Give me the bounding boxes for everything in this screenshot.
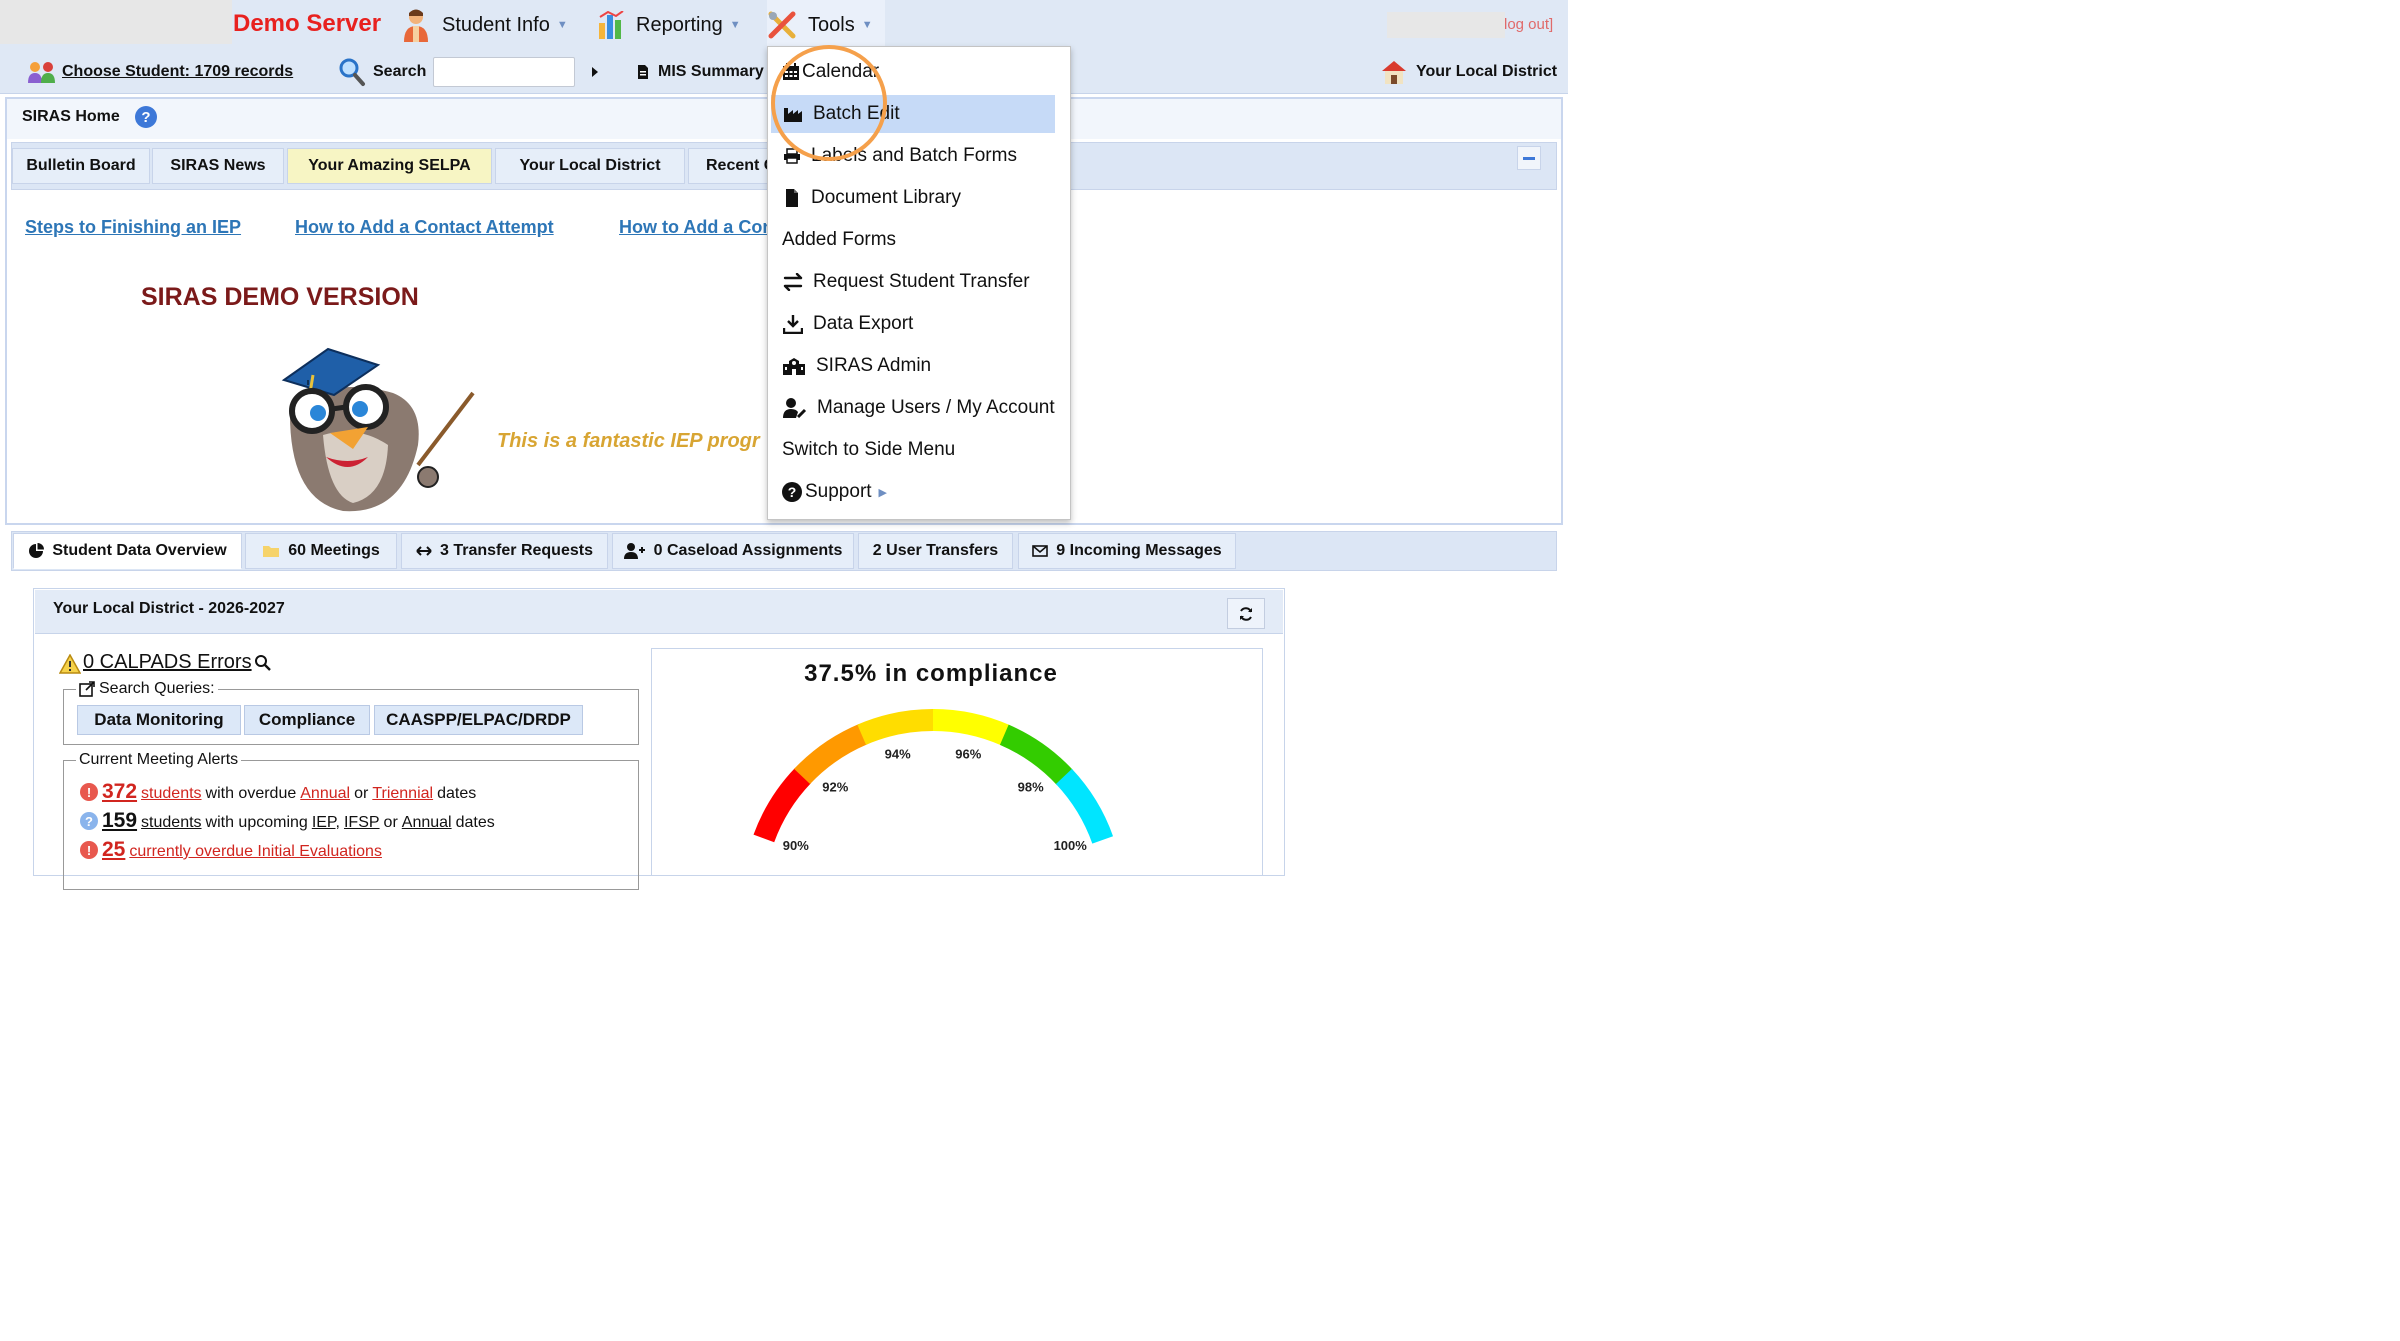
caaspp-button[interactable]: CAASPP/ELPAC/DRDP [374,705,583,735]
nav-student-info[interactable]: Student Info ▼ [402,0,568,50]
search-go-button[interactable] [577,57,612,87]
question-circle-icon: ? [782,482,802,502]
exclamation-icon: ! [80,841,98,859]
search-queries-legend: Search Queries: [76,680,218,698]
link-contact-attempt[interactable]: How to Add a Contact Attempt [295,217,554,238]
tab-user-transfers[interactable]: 2 User Transfers [858,533,1013,569]
help-icon[interactable]: ? [135,106,157,128]
meeting-alerts-legend: Current Meeting Alerts [76,751,242,769]
user-plus-icon [623,543,645,559]
tab-recent[interactable]: Recent C [688,148,768,184]
demo-version-title: SIRAS DEMO VERSION [141,283,419,311]
gauge-tick-label: 96% [955,746,981,761]
download-icon [783,315,803,334]
compliance-button[interactable]: Compliance [244,705,370,735]
external-link-icon [79,681,95,697]
tab-caseload-assignments[interactable]: 0 Caseload Assignments [612,533,854,569]
gauge-tick-label: 90% [783,838,809,853]
arrows-horizontal-icon [416,546,432,556]
link-add-con[interactable]: How to Add a Con [619,217,773,238]
folder-icon [263,546,280,557]
menu-item-data-export[interactable]: Data Export [771,305,1055,343]
district-panel-title: Your Local District - 2026-2027 [53,600,285,617]
chevron-down-icon: ▼ [861,19,873,31]
tab-meetings[interactable]: 60 Meetings [245,533,397,569]
owl-mascot-icon [281,347,475,512]
menu-item-document-library[interactable]: Document Library [771,179,1055,217]
reporting-icon [599,11,624,39]
menu-item-manage-users[interactable]: Manage Users / My Account [771,389,1055,427]
student-icon [404,9,428,42]
data-monitoring-button[interactable]: Data Monitoring [77,705,241,735]
caret-right-icon [591,67,598,77]
link-steps-iep[interactable]: Steps to Finishing an IEP [25,217,241,238]
calpads-errors-link[interactable]: 0 CALPADS Errors [83,651,252,674]
tab-bulletin-board[interactable]: Bulletin Board [12,148,150,184]
gauge-segment [794,723,868,785]
file-icon [786,189,798,207]
minus-icon [1523,156,1535,160]
menu-item-support[interactable]: ? Support ▶ [771,473,1055,511]
warning-icon [59,654,81,674]
pie-chart-icon [29,543,45,558]
chevron-down-icon: ▼ [556,19,568,31]
gauge-title: 37.5% in compliance [804,660,1058,687]
logo-area [0,0,232,44]
tab-siras-news[interactable]: SIRAS News [152,148,284,184]
district-link[interactable]: Your Local District [1380,50,1557,94]
magnifier-icon[interactable] [254,654,272,672]
server-brand: Demo Server [233,10,382,37]
tab-transfer-requests[interactable]: 3 Transfer Requests [401,533,608,569]
gauge-segment [1055,768,1114,844]
gauge-tick-label: 98% [1018,780,1044,795]
choose-student-link[interactable]: Choose Student: 1709 records [27,50,293,94]
upcoming-alert: ? 159 students with upcoming IEP, IFSP o… [80,809,495,833]
school-house-icon [1382,61,1406,84]
school-icon [783,358,805,375]
initial-eval-alert: ! 25 currently overdue Initial Evaluatio… [80,838,382,862]
gauge-tick-label: 94% [885,746,911,761]
menu-item-added-forms[interactable]: Added Forms [771,221,1055,259]
menu-item-siras-admin[interactable]: SIRAS Admin [771,347,1055,385]
overdue-alert: ! 372 students with overdue Annual or Tr… [80,780,476,804]
search-icon [339,58,365,86]
nav-reporting[interactable]: Reporting ▼ [598,0,741,50]
gauge-segment [999,724,1074,786]
document-icon [638,65,648,79]
user-edit-icon [783,398,807,418]
tab-incoming-messages[interactable]: 9 Incoming Messages [1018,533,1236,569]
tab-your-local-district[interactable]: Your Local District [495,148,685,184]
refresh-button[interactable] [1227,598,1265,629]
menu-item-switch-side-menu[interactable]: Switch to Side Menu [771,431,1055,469]
tagline-text: This is a fantastic IEP progr [497,430,760,452]
logout-link[interactable]: log out] [1504,16,1553,33]
chevron-down-icon: ▼ [729,19,741,31]
collapse-button[interactable] [1517,146,1541,170]
gauge-tick-label: 92% [822,780,848,795]
tab-student-data-overview[interactable]: Student Data Overview [13,533,242,569]
caret-right-icon: ▶ [878,486,888,499]
gauge-tick-label: 100% [1054,838,1088,853]
gauge-segment [857,709,935,745]
student-search-input[interactable] [433,57,575,87]
refresh-icon [1240,606,1252,621]
exchange-icon [783,273,803,291]
tab-your-amazing-selpa[interactable]: Your Amazing SELPA [287,148,492,184]
tools-icon [768,11,796,39]
gauge-segment [932,709,1011,746]
question-icon: ? [80,812,98,830]
highlight-circle [771,45,887,161]
search-label: Search [338,50,426,94]
menu-item-request-transfer[interactable]: Request Student Transfer [771,263,1055,301]
students-group-icon [28,62,55,83]
mis-summary-link[interactable]: MIS Summary [637,50,764,94]
envelope-icon [1032,545,1049,557]
compliance-gauge: 90% 92% 94% 96% 98% 100% [753,709,1114,853]
gauge-segment [753,767,812,843]
nav-tools[interactable]: Tools ▼ [768,0,873,50]
user-name [1387,12,1505,38]
exclamation-icon: ! [80,783,98,801]
page-title: SIRAS Home [22,108,120,125]
